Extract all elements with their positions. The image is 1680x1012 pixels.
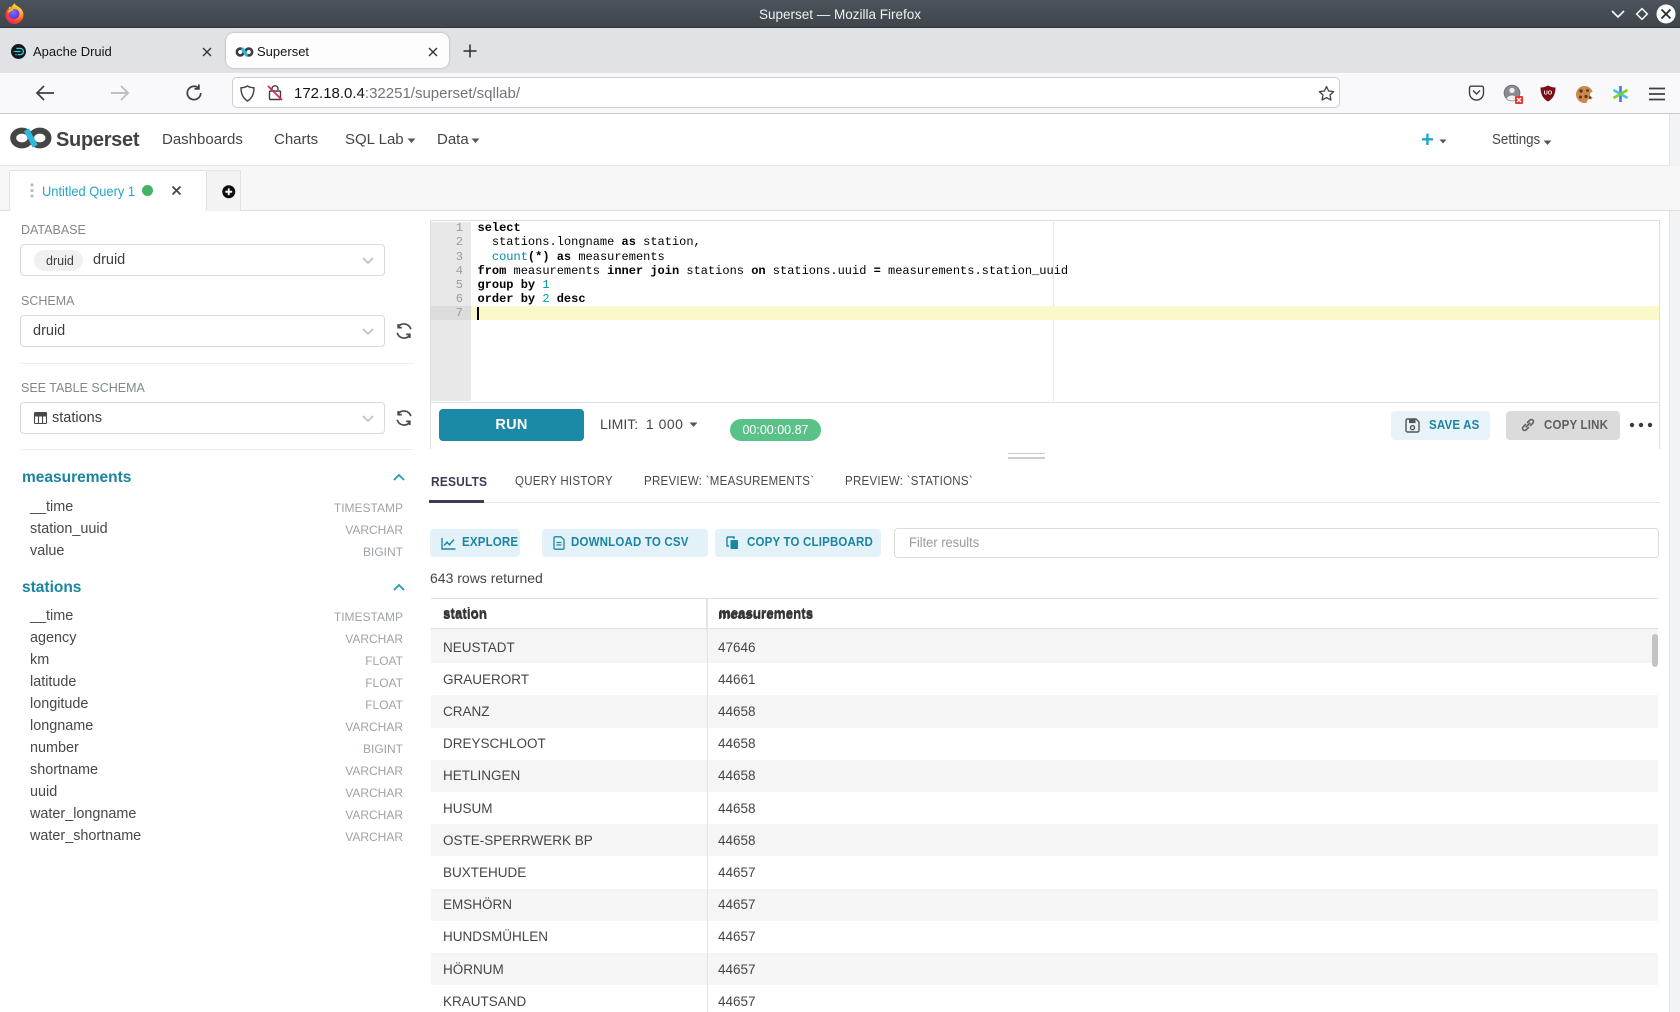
svg-text:UO: UO: [1544, 90, 1553, 96]
